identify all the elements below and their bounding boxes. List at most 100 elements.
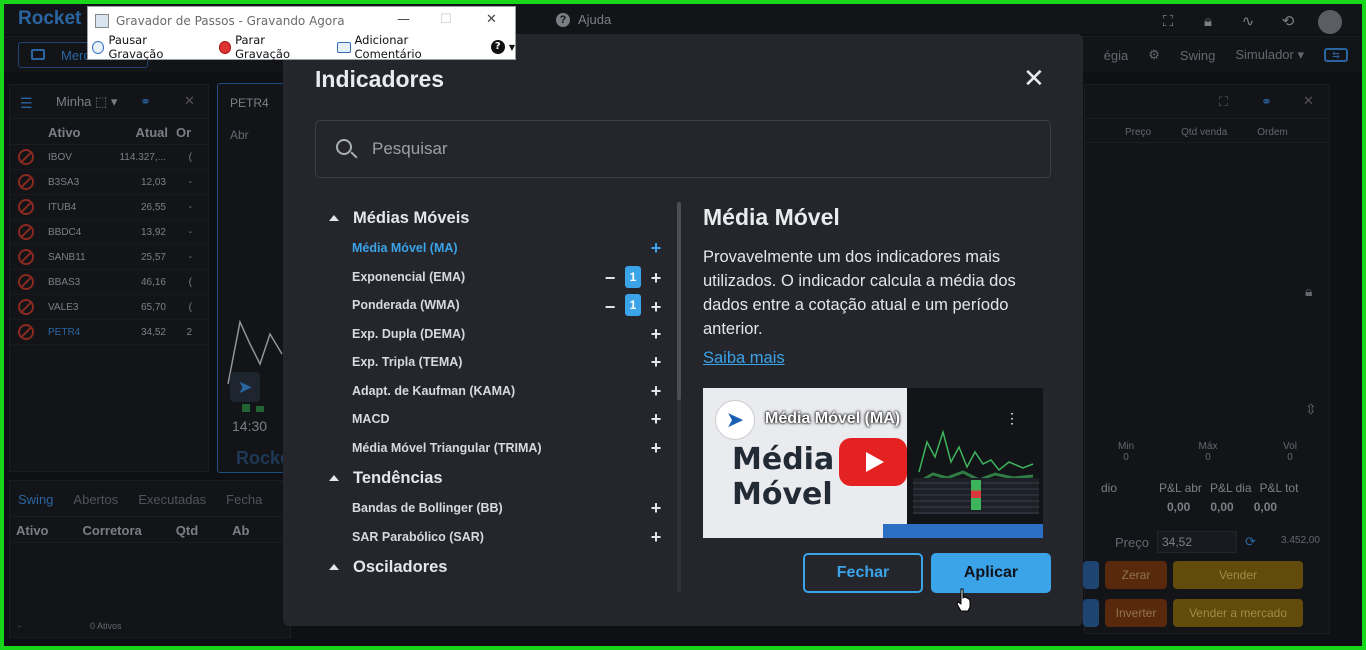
category-header[interactable]: Médias Móveis — [327, 202, 673, 234]
pause-icon — [92, 40, 105, 54]
detail-description: Provavelmente um dos indicadores mais ut… — [703, 248, 1016, 338]
indicator-item[interactable]: Exp. Tripla (TEMA) + — [327, 348, 673, 377]
plus-icon[interactable]: + — [649, 382, 663, 400]
indicator-label: SAR Parabólico (SAR) — [352, 529, 484, 544]
video-title: Média Móvel (MA) — [765, 410, 901, 427]
plus-icon[interactable]: + — [649, 439, 663, 457]
plus-icon[interactable]: + — [649, 325, 663, 343]
indicator-controls: + — [649, 499, 663, 517]
dropdown-icon: ▼ — [508, 42, 515, 52]
add-comment-button[interactable]: Adicionar Comentário — [337, 33, 473, 61]
indicator-label: Média Móvel (MA) — [352, 241, 458, 256]
plus-icon[interactable]: + — [649, 298, 663, 316]
video-text-line: Média — [732, 442, 835, 477]
indicator-item[interactable]: Exponencial (EMA) −1 + — [327, 263, 673, 292]
category-header[interactable]: Osciladores — [327, 551, 673, 583]
indicator-item[interactable]: Exp. Dupla (DEMA) + — [327, 320, 673, 349]
collapse-icon — [329, 475, 339, 481]
video-thumbnail[interactable]: ⋮ Média Móvel ➤ Média Móvel (MA) — [703, 388, 1043, 538]
recorder-title: Gravador de Passos - Gravando Agora — [116, 14, 345, 28]
collapse-icon — [329, 564, 339, 570]
close-icon[interactable]: ✕ — [486, 12, 497, 27]
plus-icon[interactable]: + — [649, 353, 663, 371]
steps-recorder-window: Gravador de Passos - Gravando Agora — ☐ … — [87, 6, 516, 61]
video-table-highlight — [971, 480, 981, 510]
plus-icon[interactable]: + — [649, 499, 663, 517]
search-icon — [336, 139, 352, 155]
comment-icon — [337, 41, 351, 53]
indicator-controls: + — [649, 239, 663, 257]
pause-label: Pausar Gravação — [108, 33, 164, 61]
plus-icon[interactable]: + — [649, 528, 663, 546]
indicator-controls: + — [649, 410, 663, 428]
detail-title: Média Móvel — [703, 204, 840, 230]
indicator-item[interactable]: SAR Parabólico (SAR) + — [327, 523, 673, 552]
pause-recording-button[interactable]: Pausar Gravação — [92, 33, 201, 61]
stop-icon — [218, 40, 232, 54]
indicator-item[interactable]: Bandas de Bollinger (BB) + — [327, 494, 673, 523]
aplicar-button[interactable]: Aplicar — [931, 553, 1051, 593]
indicator-label: Média Móvel Triangular (TRIMA) — [352, 440, 542, 455]
video-text: Média Móvel — [732, 442, 834, 512]
stop-label: Parar Gravação — [235, 33, 291, 61]
video-laptop-screen: ⋮ — [907, 388, 1043, 528]
indicator-controls: + — [649, 325, 663, 343]
indicators-modal: Indicadores ✕ Médias Móveis Média Móvel (… — [283, 34, 1083, 626]
indicator-controls: + — [649, 439, 663, 457]
indicator-controls: −1 + — [603, 265, 663, 288]
recorder-help-button[interactable]: ? ▼ — [490, 40, 515, 54]
indicator-detail: Média Móvel Provavelmente um dos indicad… — [703, 204, 1048, 368]
minus-icon[interactable]: − — [603, 269, 617, 287]
indicator-item[interactable]: Adapt. de Kaufman (KAMA) + — [327, 377, 673, 406]
indicator-label: Adapt. de Kaufman (KAMA) — [352, 383, 516, 398]
modal-title: Indicadores — [315, 66, 445, 92]
saiba-mais-link[interactable]: Saiba mais — [703, 349, 785, 368]
stop-recording-button[interactable]: Parar Gravação — [218, 33, 319, 61]
indicator-item[interactable]: MACD + — [327, 405, 673, 434]
video-laptop-base — [883, 524, 1043, 538]
indicator-label: MACD — [352, 412, 390, 427]
indicator-label: Bandas de Bollinger (BB) — [352, 501, 503, 516]
indicator-controls: + — [649, 528, 663, 546]
indicator-controls: + — [649, 382, 663, 400]
indicator-item[interactable]: Média Móvel (MA) + — [327, 234, 673, 263]
category-label: Médias Móveis — [353, 208, 470, 227]
category-label: Osciladores — [353, 557, 448, 576]
collapse-icon — [329, 215, 339, 221]
indicator-count: 1 — [625, 265, 641, 288]
help-icon: ? — [490, 40, 505, 54]
search-box — [315, 120, 1051, 178]
indicator-label: Exp. Tripla (TEMA) — [352, 355, 463, 370]
plus-icon[interactable]: + — [649, 410, 663, 428]
indicator-label: Exponencial (EMA) — [352, 269, 466, 284]
comment-label: Adicionar Comentário — [354, 33, 422, 61]
recorder-app-icon — [95, 14, 109, 28]
category-header[interactable]: Tendências — [327, 462, 673, 494]
recorder-titlebar: Gravador de Passos - Gravando Agora — ☐ … — [88, 7, 515, 35]
recorder-toolbar: Pausar Gravação Parar Gravação Adicionar… — [88, 33, 515, 61]
minimize-icon[interactable]: — — [397, 12, 410, 27]
plus-icon[interactable]: + — [649, 269, 663, 287]
indicator-controls: + — [649, 353, 663, 371]
close-icon[interactable]: ✕ — [1023, 65, 1045, 91]
minus-icon[interactable]: − — [603, 298, 617, 316]
maximize-icon[interactable]: ☐ — [440, 12, 452, 27]
scrollbar-thumb[interactable] — [677, 202, 681, 400]
category-label: Tendências — [353, 468, 443, 487]
hand-cursor-icon — [956, 588, 971, 612]
video-text-line: Móvel — [732, 477, 833, 512]
indicator-controls: −1 + — [603, 294, 663, 316]
plus-icon[interactable]: + — [649, 239, 663, 257]
indicator-count: 1 — [625, 294, 641, 316]
fechar-button[interactable]: Fechar — [803, 553, 923, 593]
indicator-item[interactable]: Média Móvel Triangular (TRIMA) + — [327, 434, 673, 463]
indicator-label: Exp. Dupla (DEMA) — [352, 326, 466, 341]
indicator-list: Médias Móveis Média Móvel (MA) + Exponencia… — [327, 202, 673, 588]
more-options-icon[interactable]: ⋮ — [1005, 410, 1019, 427]
list-scrollbar[interactable] — [677, 202, 681, 592]
channel-logo-icon: ➤ — [715, 400, 755, 440]
indicator-item[interactable]: Ponderada (WMA) −1 + — [327, 291, 673, 320]
play-icon[interactable] — [839, 438, 907, 486]
search-input[interactable] — [372, 135, 1022, 163]
indicator-label: Ponderada (WMA) — [352, 298, 460, 313]
